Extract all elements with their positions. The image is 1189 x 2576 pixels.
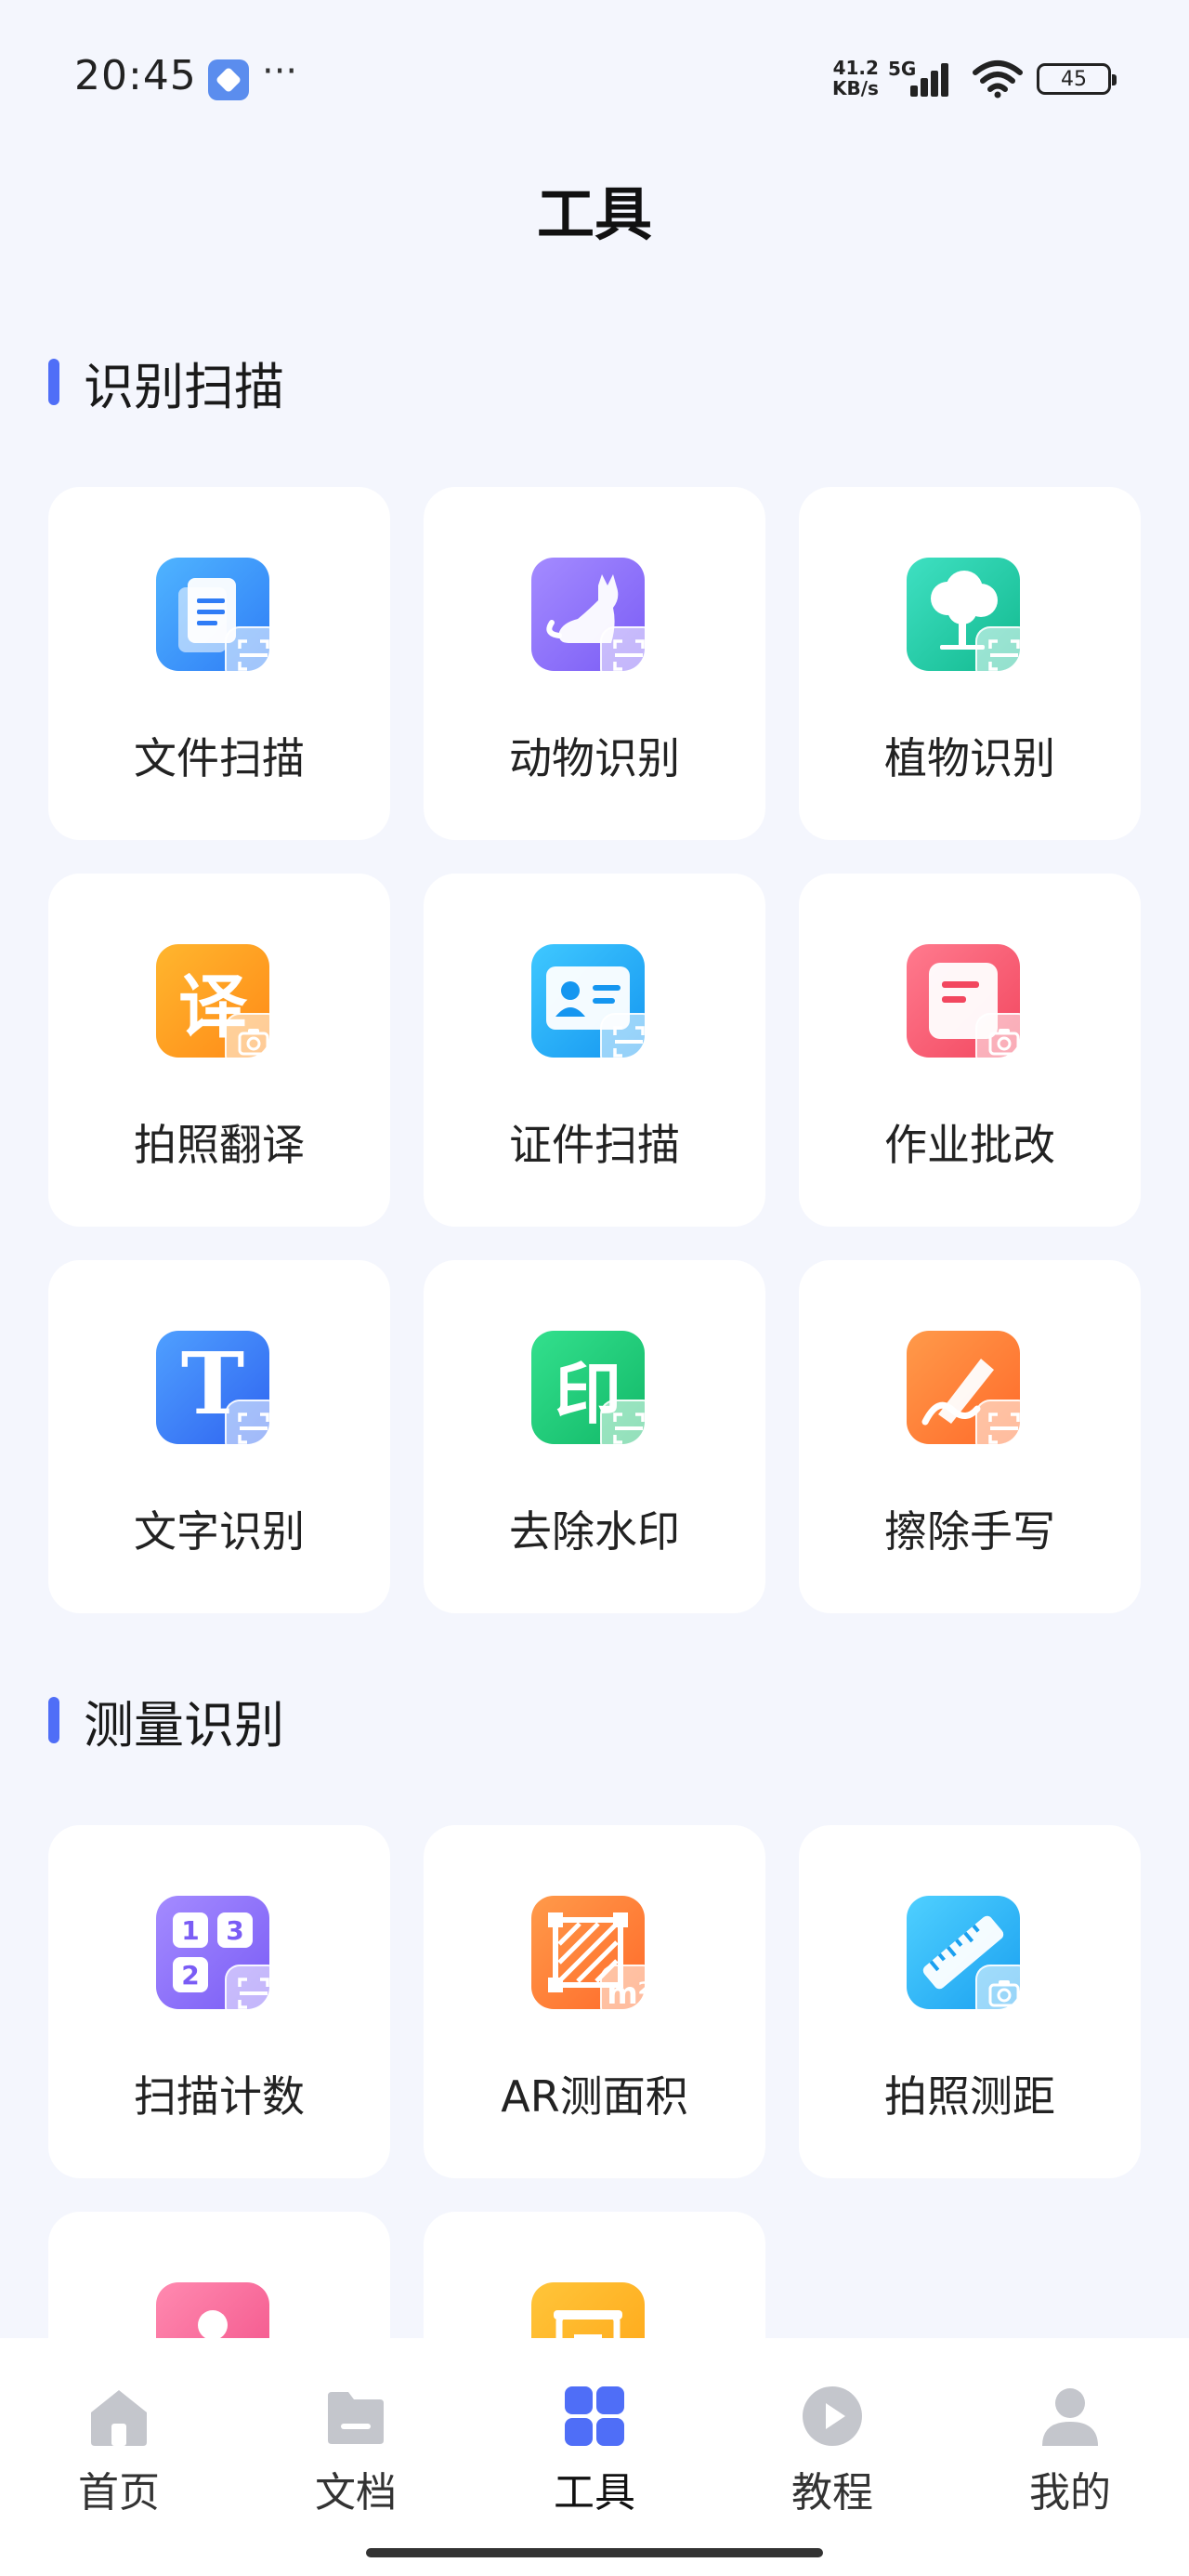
tool-label: 证件扫描 xyxy=(509,1120,680,1170)
app-notification-icon xyxy=(208,59,249,100)
section-accent-bar xyxy=(48,359,59,405)
count-digit-1: 1 xyxy=(173,1912,208,1948)
nav-label: 工具 xyxy=(554,2469,635,2517)
tool-card-plant-recognition[interactable]: 植物识别 xyxy=(799,487,1141,840)
nav-item-profile[interactable]: 我的 xyxy=(986,2360,1154,2517)
tool-label: 植物识别 xyxy=(884,733,1055,783)
section-header-measurement: 测量识别 xyxy=(48,1688,284,1755)
ruler-camera-icon xyxy=(907,1896,1033,2022)
nav-label: 首页 xyxy=(78,2469,160,2517)
tool-label: 文件扫描 xyxy=(134,733,305,783)
tool-label: 作业批改 xyxy=(884,1120,1055,1170)
tools-screen: 20:45 ··· 41.2 KB/s 5G 45 工具 识别扫描 文件扫描 动… xyxy=(0,0,1189,2576)
tool-card-homework-grading[interactable]: 作业批改 xyxy=(799,874,1141,1227)
handwriting-erase-icon xyxy=(907,1331,1033,1457)
user-icon xyxy=(1042,2388,1098,2446)
section-title: 测量识别 xyxy=(84,1695,284,1755)
count-digit-3: 3 xyxy=(217,1912,253,1948)
home-icon xyxy=(91,2390,147,2446)
home-indicator[interactable] xyxy=(366,2548,823,2557)
area-unit-glyph: m² xyxy=(600,1965,658,2022)
nav-item-documents[interactable]: 文档 xyxy=(272,2360,439,2517)
more-notifications-icon: ··· xyxy=(262,50,298,93)
nav-label: 文档 xyxy=(315,2469,397,2517)
tool-card-remove-watermark[interactable]: 印 去除水印 xyxy=(424,1260,765,1613)
tool-label: 动物识别 xyxy=(509,733,680,783)
document-scan-icon xyxy=(156,558,282,684)
network-speed-value: 41.2 xyxy=(832,57,879,79)
section-accent-bar xyxy=(48,1697,59,1743)
network-speed-unit: KB/s xyxy=(832,77,879,99)
ar-area-icon: m² xyxy=(531,1896,658,2022)
tool-card-id-scan[interactable]: 证件扫描 xyxy=(424,874,765,1227)
status-time: 20:45 xyxy=(74,52,197,99)
count-digit-2: 2 xyxy=(173,1957,208,1992)
nav-label: 我的 xyxy=(1029,2469,1111,2517)
wifi-icon xyxy=(973,60,1023,99)
tool-card-document-scan[interactable]: 文件扫描 xyxy=(48,487,390,840)
nav-item-home[interactable]: 首页 xyxy=(35,2360,203,2517)
tool-label: 擦除手写 xyxy=(884,1506,1055,1557)
tool-card-scan-count[interactable]: 1 3 2 扫描计数 xyxy=(48,1825,390,2178)
tool-card-ar-area[interactable]: m² AR测面积 xyxy=(424,1825,765,2178)
nav-item-tools[interactable]: 工具 xyxy=(511,2360,678,2517)
status-bar: 20:45 ··· 41.2 KB/s 5G 45 xyxy=(0,0,1189,158)
tool-label: 拍照翻译 xyxy=(134,1120,305,1170)
folder-icon xyxy=(328,2392,384,2444)
nav-item-tutorials[interactable]: 教程 xyxy=(749,2360,916,2517)
tool-label: 去除水印 xyxy=(509,1506,680,1557)
tool-label: 扫描计数 xyxy=(134,2071,305,2122)
grid-icon xyxy=(565,2386,624,2446)
section-title: 识别扫描 xyxy=(84,357,284,416)
page-title: 工具 xyxy=(536,180,652,248)
text-scan-icon: T xyxy=(156,1331,282,1457)
id-card-scan-icon xyxy=(531,944,658,1071)
play-icon xyxy=(803,2386,862,2446)
tool-card-photo-distance[interactable]: 拍照测距 xyxy=(799,1825,1141,2178)
tool-card-photo-translate[interactable]: 译 拍照翻译 xyxy=(48,874,390,1227)
network-speed: 41.2 KB/s xyxy=(832,58,879,99)
cat-scan-icon xyxy=(531,558,658,684)
tool-label: 文字识别 xyxy=(134,1506,305,1557)
battery-indicator: 45 xyxy=(1037,63,1117,95)
battery-level: 45 xyxy=(1061,67,1087,91)
homework-camera-icon xyxy=(907,944,1033,1071)
tree-scan-icon xyxy=(907,558,1033,684)
tool-label: 拍照测距 xyxy=(884,2071,1055,2122)
bottom-navigation: 首页 文档 工具 教程 我的 xyxy=(0,2338,1189,2576)
translate-camera-icon: 译 xyxy=(156,944,282,1071)
section-header-recognition-scan: 识别扫描 xyxy=(48,349,284,416)
tool-card-animal-recognition[interactable]: 动物识别 xyxy=(424,487,765,840)
count-scan-icon: 1 3 2 xyxy=(156,1896,282,2022)
tool-label: AR测面积 xyxy=(501,2071,688,2122)
watermark-scan-icon: 印 xyxy=(531,1331,658,1457)
tool-card-erase-handwriting[interactable]: 擦除手写 xyxy=(799,1260,1141,1613)
tool-card-text-recognition[interactable]: T 文字识别 xyxy=(48,1260,390,1613)
signal-icon xyxy=(910,59,959,97)
nav-label: 教程 xyxy=(791,2469,873,2517)
